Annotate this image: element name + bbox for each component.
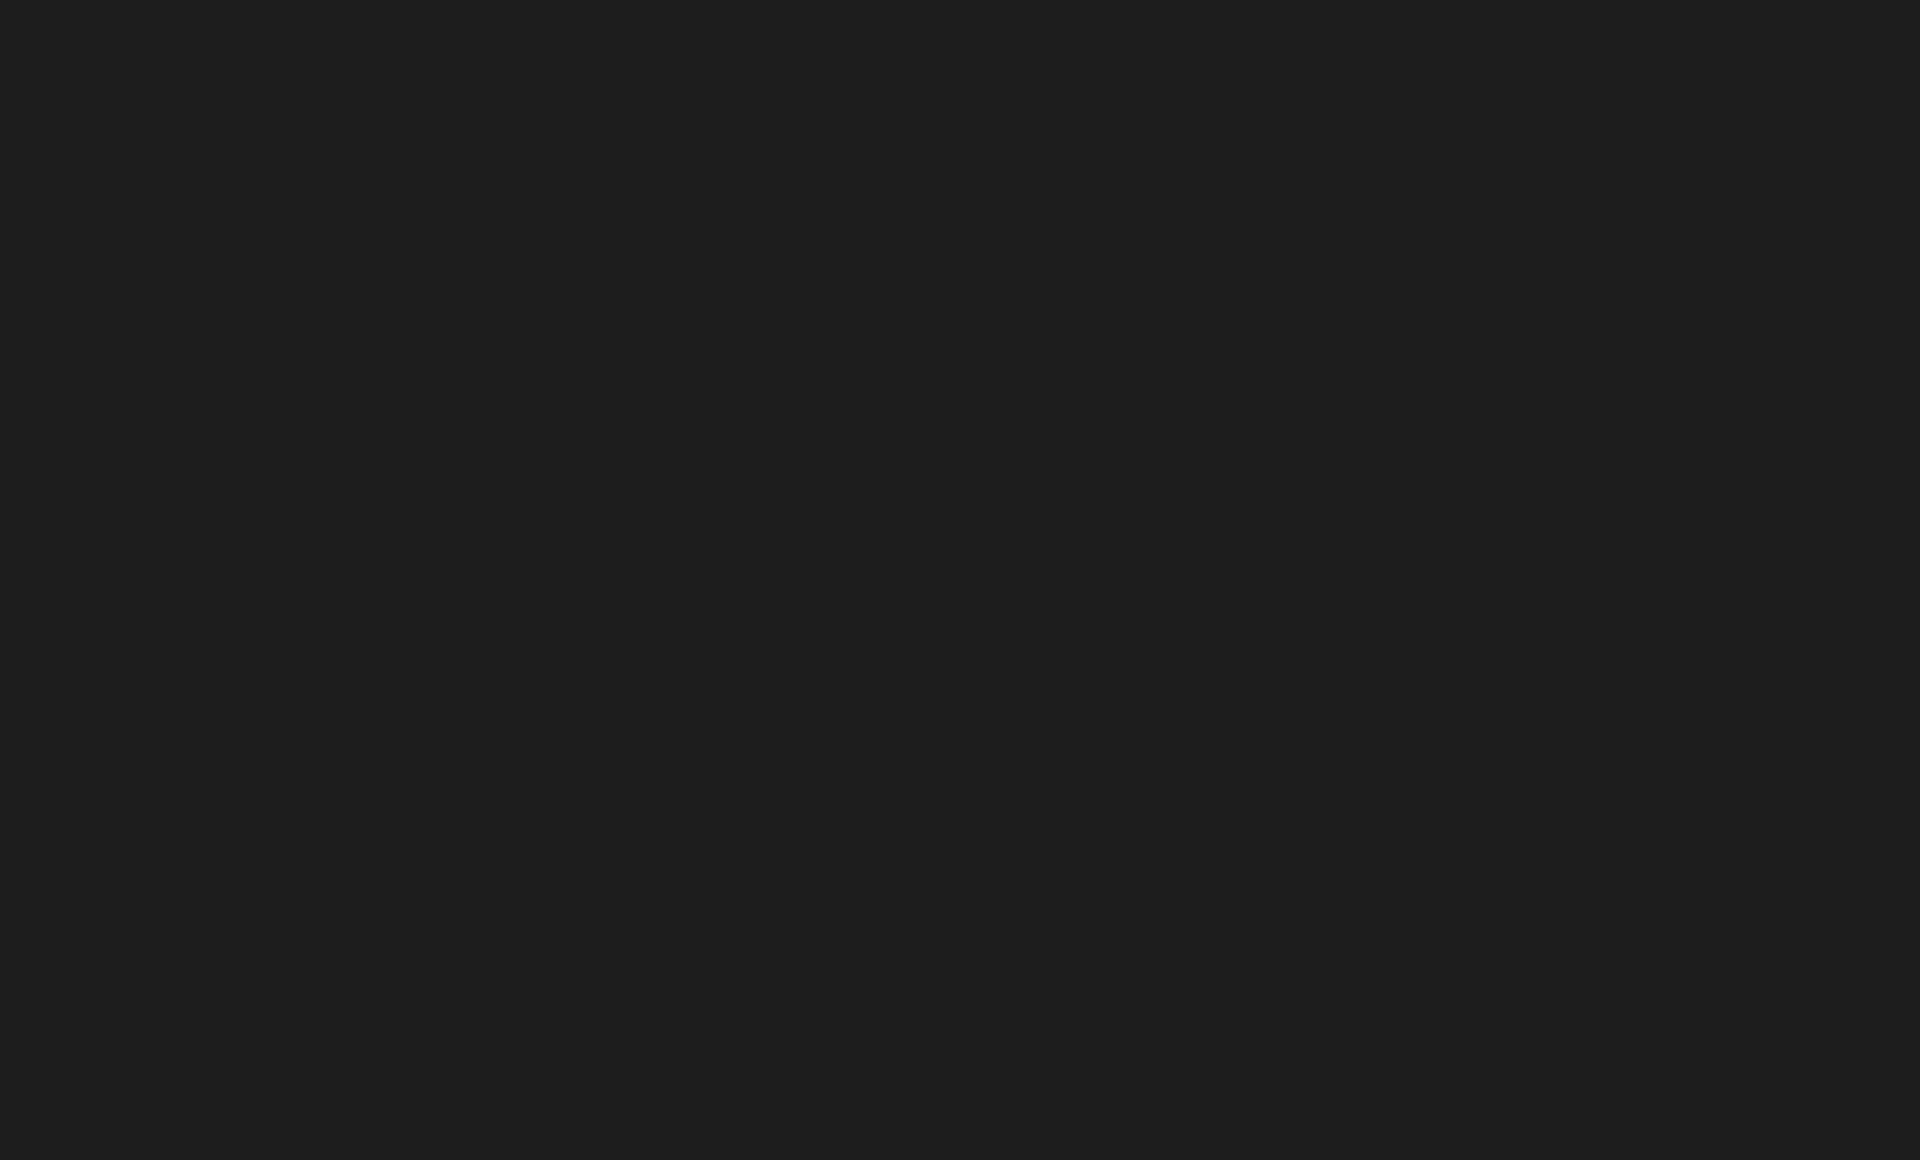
octane-render-window [0,0,1920,1160]
